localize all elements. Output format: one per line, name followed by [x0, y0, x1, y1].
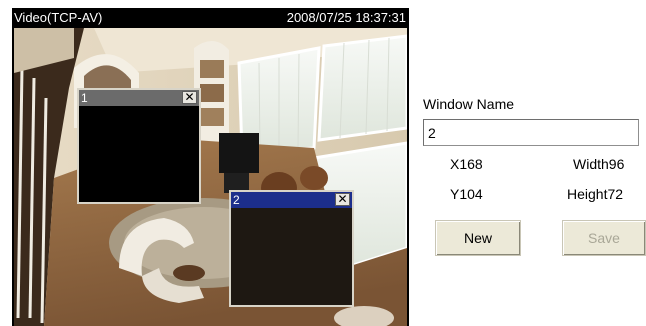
motion-window-2[interactable]: 2 ✕: [229, 190, 354, 307]
window-name-label: Window Name: [423, 96, 515, 112]
video-viewer: Video(TCP-AV) 2008/07/25 18:37:31 1 ✕ 2 …: [12, 8, 409, 326]
motion-window-1-area[interactable]: [79, 106, 199, 202]
motion-window-2-title-bar[interactable]: 2 ✕: [231, 192, 352, 208]
video-title-bar: Video(TCP-AV) 2008/07/25 18:37:31: [12, 8, 409, 28]
motion-window-2-number: 2: [233, 193, 240, 207]
y-position-label: Y104: [450, 186, 483, 202]
motion-window-1-number: 1: [81, 91, 88, 105]
motion-window-2-area[interactable]: [231, 208, 352, 305]
x-position-label: X168: [450, 156, 483, 172]
video-stream-title: Video(TCP-AV): [14, 10, 103, 25]
height-label: Height72: [567, 186, 624, 202]
window-name-input[interactable]: [423, 119, 639, 146]
motion-window-1[interactable]: 1 ✕: [77, 88, 201, 204]
close-icon[interactable]: ✕: [335, 193, 350, 206]
new-button[interactable]: New: [435, 220, 521, 256]
close-icon[interactable]: ✕: [182, 91, 197, 104]
width-label: Width96: [573, 156, 625, 172]
save-button[interactable]: Save: [562, 220, 646, 256]
video-timestamp: 2008/07/25 18:37:31: [286, 10, 406, 25]
motion-window-1-title-bar[interactable]: 1 ✕: [79, 90, 199, 106]
